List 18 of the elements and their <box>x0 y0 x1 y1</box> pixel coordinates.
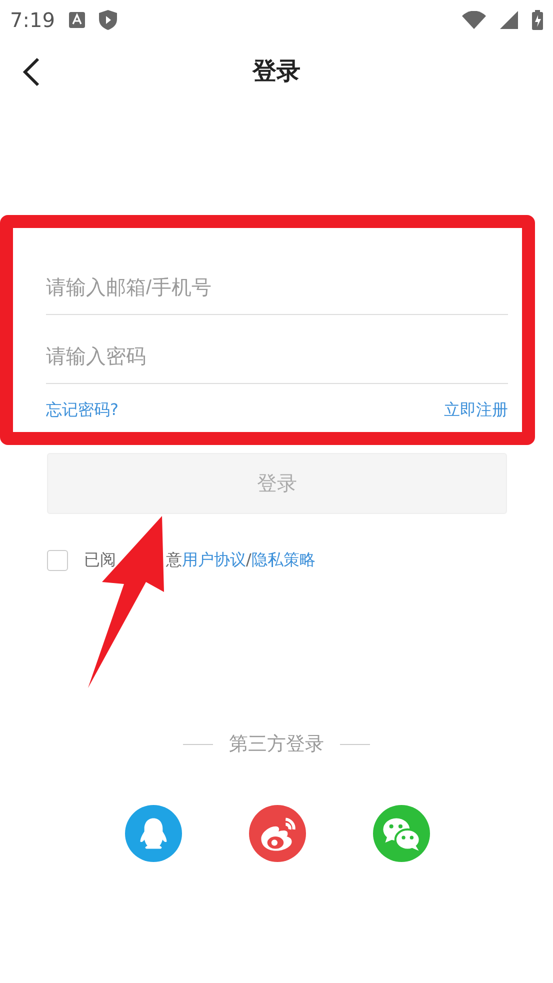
privacy-policy-link[interactable]: 隐私策略 <box>251 550 316 569</box>
agreement-checkbox[interactable] <box>47 550 68 571</box>
user-agreement-link[interactable]: 用户协议 <box>182 550 246 569</box>
status-time: 7:19 <box>10 8 55 32</box>
signal-icon <box>500 11 518 29</box>
chat-bubbles-icon[interactable] <box>373 805 430 862</box>
penguin-icon[interactable] <box>125 805 182 862</box>
agreement-text: 已阅 意用户协议/隐私策略 <box>84 550 316 571</box>
keyboard-a-icon <box>68 12 85 28</box>
back-icon[interactable] <box>22 57 42 87</box>
register-link[interactable]: 立即注册 <box>444 400 508 421</box>
battery-charging-icon <box>532 10 543 30</box>
third-party-title: 第三方登录 <box>229 732 324 757</box>
wifi-icon <box>462 11 486 29</box>
page-title: 登录 <box>252 56 300 87</box>
forgot-password-link[interactable]: 忘记密码? <box>46 400 118 421</box>
shield-play-icon <box>98 10 117 30</box>
eye-logo-icon[interactable] <box>249 805 306 862</box>
